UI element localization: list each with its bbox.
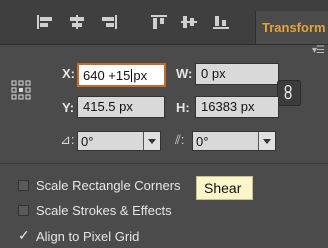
constrain-proportions-button[interactable] — [277, 80, 301, 106]
x-field[interactable]: 640 +15 px — [77, 63, 166, 87]
reference-point-icon[interactable] — [11, 80, 31, 100]
constrain-proportions-icon — [284, 84, 292, 100]
align-bottom-icon[interactable] — [212, 14, 230, 30]
align-right-icon[interactable] — [100, 14, 118, 30]
h-field[interactable]: 16383 px — [195, 96, 279, 118]
option-label: Align to Pixel Grid — [36, 229, 140, 244]
chevron-down-icon[interactable] — [258, 132, 275, 150]
align-toolbar: Transform — [0, 0, 328, 45]
x-value-unit: px — [133, 68, 148, 83]
align-left-icon[interactable] — [36, 14, 54, 30]
h-label: H: — [176, 100, 190, 115]
panel-menu-icon[interactable]: ▾☰ — [312, 45, 325, 56]
shear-angle-icon: ⫽: — [175, 132, 185, 147]
checkbox[interactable] — [18, 205, 29, 216]
rotate-angle-icon: ⊿: — [60, 132, 75, 147]
tab-transform-label: Transform — [262, 20, 326, 35]
shear-value: 0° — [196, 134, 209, 149]
align-top-icon[interactable] — [150, 14, 168, 30]
checkmark-icon[interactable]: ✓ — [18, 227, 30, 244]
w-label: W: — [176, 66, 193, 81]
shear-dropdown[interactable]: 0° — [192, 131, 276, 151]
chevron-down-icon[interactable] — [143, 132, 160, 150]
divider — [0, 163, 328, 164]
tab-transform[interactable]: Transform — [255, 11, 328, 44]
x-label: X: — [62, 66, 75, 81]
y-field[interactable]: 415.5 px — [77, 96, 165, 118]
rotate-dropdown[interactable]: 0° — [77, 131, 161, 151]
option-label: Scale Strokes & Effects — [36, 203, 172, 218]
option-label: Scale Rectangle Corners — [36, 178, 181, 193]
align-middle-icon[interactable] — [180, 14, 198, 30]
tooltip: Shear — [196, 176, 253, 200]
w-field[interactable]: 0 px — [195, 63, 279, 85]
rotate-value: 0° — [81, 134, 94, 149]
x-value-text: 640 +15 — [83, 68, 131, 83]
y-label: Y: — [62, 100, 75, 115]
checkbox[interactable] — [18, 180, 29, 191]
align-center-icon[interactable] — [68, 14, 86, 30]
